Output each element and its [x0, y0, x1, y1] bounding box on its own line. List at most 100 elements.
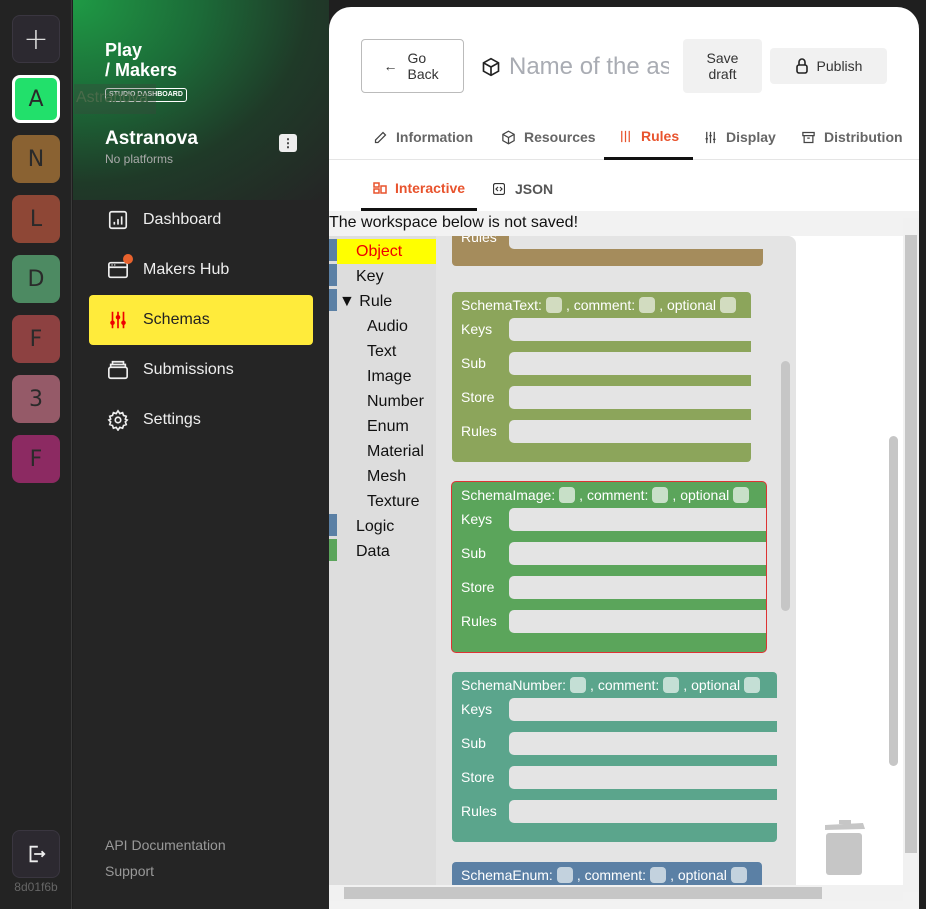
toolbox-item-material[interactable]: Material — [329, 439, 436, 464]
statement-slot[interactable] — [509, 576, 766, 599]
page-vertical-scrollbar[interactable] — [903, 218, 919, 892]
sidebar-item-submissions[interactable]: Submissions — [89, 345, 313, 395]
statement-slot[interactable] — [509, 352, 751, 375]
go-back-button[interactable]: ← Go Back — [361, 39, 464, 93]
comment-label: , comment: — [579, 487, 649, 503]
statement-slot[interactable] — [509, 386, 751, 409]
name-field[interactable] — [545, 297, 562, 313]
toolbox-item-image[interactable]: Image — [329, 364, 436, 389]
comment-field[interactable] — [639, 297, 656, 313]
project-n[interactable]: N — [12, 135, 60, 183]
publish-button[interactable]: Publish — [770, 48, 887, 84]
toolbox: Object Key ▼ Rule Audio Text Image Number Enum M… — [329, 236, 436, 885]
input-label: Keys — [461, 701, 493, 717]
comment-field[interactable] — [663, 677, 680, 693]
input-label: Keys — [461, 321, 493, 337]
org-menu-button[interactable]: ⋮ — [279, 134, 297, 152]
statement-slot[interactable] — [509, 318, 751, 341]
input-keys[interactable]: Keys — [452, 508, 766, 542]
flyout-scrollbar[interactable] — [781, 361, 790, 611]
object-block-partial[interactable]: Rules — [452, 236, 763, 266]
toolbox-label: Text — [367, 343, 397, 360]
asset-name-input[interactable]: Name of the asset — [481, 53, 669, 81]
statement-slot[interactable] — [509, 800, 777, 823]
statement-slot[interactable] — [509, 508, 766, 531]
support-link[interactable]: Support — [105, 863, 154, 879]
toolbox-item-key[interactable]: Key — [329, 264, 436, 289]
toolbox-item-object[interactable]: Object — [329, 239, 436, 264]
schema-number-block[interactable]: SchemaNumber: , comment: , optional Keys Sub… — [452, 672, 777, 842]
tab-resources[interactable]: Resources — [501, 115, 596, 159]
toolbox-label: Material — [367, 443, 424, 460]
org-platforms: No platforms — [105, 152, 174, 166]
name-field[interactable] — [556, 867, 573, 883]
save-draft-button[interactable]: Save draft — [683, 39, 762, 93]
schema-image-block[interactable]: SchemaImage: , comment: , optional Keys Sub S… — [452, 482, 766, 652]
add-project-button[interactable]: + — [12, 15, 60, 63]
statement-slot[interactable] — [509, 542, 766, 565]
page-horizontal-scrollbar[interactable] — [329, 885, 903, 901]
toolbox-item-logic[interactable]: Logic — [329, 514, 436, 539]
sidebar-item-settings[interactable]: Settings — [89, 395, 313, 445]
toolbox-item-enum[interactable]: Enum — [329, 414, 436, 439]
sidebar-item-makers-hub[interactable]: Makers Hub — [89, 245, 313, 295]
input-rules[interactable]: Rules — [452, 610, 766, 644]
name-field[interactable] — [559, 487, 576, 503]
sidebar-item-dashboard[interactable]: Dashboard — [89, 195, 313, 245]
statement-slot[interactable] — [509, 766, 777, 789]
comment-field[interactable] — [650, 867, 667, 883]
input-store[interactable]: Store — [452, 576, 766, 610]
input-rules[interactable]: Rules — [452, 800, 777, 834]
schema-enum-block[interactable]: SchemaEnum: , comment: , optional — [452, 862, 762, 885]
input-label: Store — [461, 389, 495, 405]
optional-field[interactable] — [720, 297, 737, 313]
project-3[interactable]: 3 — [12, 375, 60, 423]
project-f[interactable]: F — [12, 315, 60, 363]
toolbox-item-mesh[interactable]: Mesh — [329, 464, 436, 489]
resources-icon — [502, 130, 515, 144]
tab-interactive[interactable]: Interactive — [361, 167, 478, 211]
sidebar-item-schemas[interactable]: Schemas — [89, 295, 313, 345]
schema-text-block[interactable]: SchemaText: , comment: , optional Keys Sub St… — [452, 292, 751, 462]
project-l[interactable]: L — [12, 195, 60, 243]
input-sub[interactable]: Sub — [452, 732, 777, 766]
input-rules[interactable]: Rules — [452, 420, 751, 454]
api-docs-link[interactable]: API Documentation — [105, 837, 226, 853]
logout-button[interactable] — [12, 830, 60, 878]
project-rail: + ANLDF3F 8d01f6b — [0, 0, 72, 909]
toolbox-item-number[interactable]: Number — [329, 389, 436, 414]
project-a[interactable]: A — [12, 75, 60, 123]
statement-slot[interactable] — [509, 698, 777, 721]
blockly-workspace[interactable]: Object Key ▼ Rule Audio Text Image Number Enum M… — [329, 236, 903, 885]
input-label: Sub — [461, 545, 486, 561]
optional-field[interactable] — [744, 677, 761, 693]
input-keys[interactable]: Keys — [452, 318, 751, 352]
input-store[interactable]: Store — [452, 766, 777, 800]
toolbox-item-data[interactable]: Data — [329, 539, 436, 564]
input-keys[interactable]: Keys — [452, 698, 777, 732]
tab-information[interactable]: Information — [373, 115, 473, 159]
tab-distribution[interactable]: Distribution — [801, 115, 903, 159]
toolbox-item-text[interactable]: Text — [329, 339, 436, 364]
tab-rules[interactable]: Rules — [604, 115, 694, 160]
toolbox-item-rule[interactable]: ▼ Rule — [329, 289, 436, 314]
project-f[interactable]: F — [12, 435, 60, 483]
trash-icon[interactable] — [823, 819, 867, 880]
project-d[interactable]: D — [12, 255, 60, 303]
optional-field[interactable] — [733, 487, 750, 503]
tab-display[interactable]: Display — [703, 115, 776, 159]
input-sub[interactable]: Sub — [452, 542, 766, 576]
statement-slot[interactable] — [509, 732, 777, 755]
statement-slot[interactable] — [509, 420, 751, 443]
input-sub[interactable]: Sub — [452, 352, 751, 386]
input-store[interactable]: Store — [452, 386, 751, 420]
statement-slot[interactable] — [509, 610, 766, 633]
tab-json[interactable]: JSON — [493, 167, 553, 211]
optional-field[interactable] — [730, 867, 747, 883]
comment-field[interactable] — [652, 487, 669, 503]
toolbox-item-texture[interactable]: Texture — [329, 489, 436, 514]
tab-label: Information — [396, 129, 473, 145]
workspace-scrollbar[interactable] — [889, 436, 898, 766]
toolbox-item-audio[interactable]: Audio — [329, 314, 436, 339]
name-field[interactable] — [570, 677, 587, 693]
